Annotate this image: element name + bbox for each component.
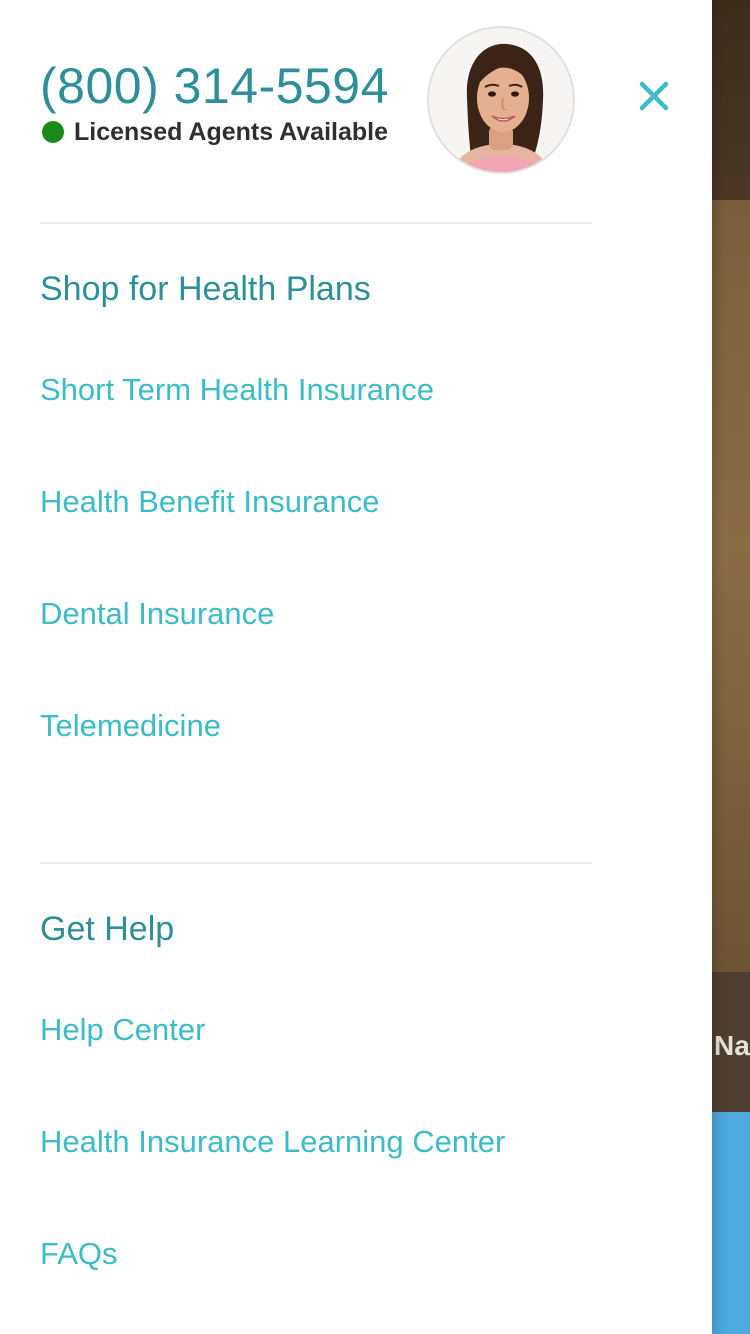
side-menu-drawer: (800) 314-5594 Licensed Agents Available	[0, 0, 712, 1334]
agent-avatar	[427, 26, 575, 174]
background-hero-top	[712, 0, 750, 200]
agent-portrait-icon	[429, 28, 573, 172]
menu-divider	[40, 222, 592, 224]
menu-link-learning-center[interactable]: Health Insurance Learning Center	[40, 1122, 505, 1162]
status-dot-icon	[42, 121, 64, 143]
background-hero-image	[712, 200, 750, 972]
agents-status-label: Licensed Agents Available	[74, 118, 388, 146]
background-partial-text: Na	[714, 1030, 750, 1061]
help-section-title: Get Help	[40, 910, 175, 948]
menu-link-dental-insurance[interactable]: Dental Insurance	[40, 594, 274, 634]
agents-status: Licensed Agents Available	[42, 116, 388, 148]
shop-section-title: Shop for Health Plans	[40, 270, 371, 308]
menu-divider	[40, 862, 592, 864]
menu-link-help-center[interactable]: Help Center	[40, 1010, 205, 1050]
close-menu-button[interactable]	[630, 72, 678, 120]
menu-link-short-term-health-insurance[interactable]: Short Term Health Insurance	[40, 370, 434, 410]
phone-number-link[interactable]: (800) 314-5594	[40, 56, 389, 116]
menu-link-health-benefit-insurance[interactable]: Health Benefit Insurance	[40, 482, 380, 522]
background-blue-section	[712, 1112, 750, 1334]
menu-link-faqs[interactable]: FAQs	[40, 1234, 118, 1274]
background-page: Na	[712, 0, 750, 1334]
close-icon	[639, 81, 669, 111]
menu-link-telemedicine[interactable]: Telemedicine	[40, 706, 221, 746]
